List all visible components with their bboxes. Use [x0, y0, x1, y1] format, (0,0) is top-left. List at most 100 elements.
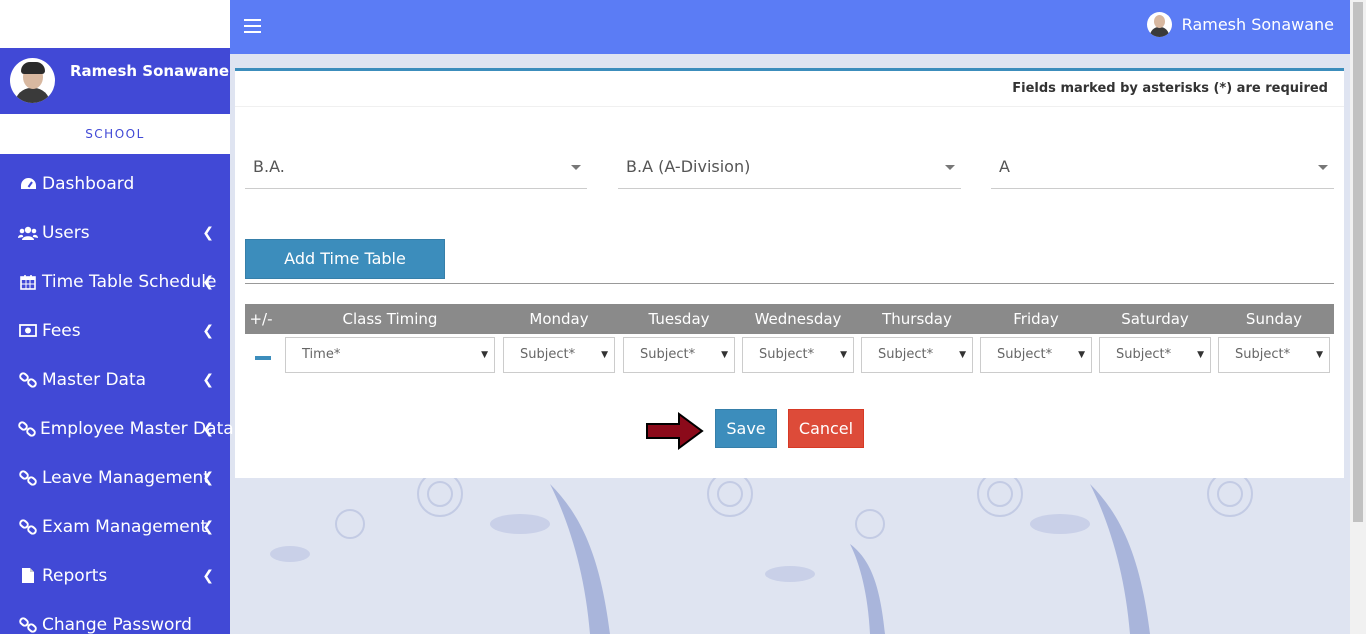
user-name: Ramesh Sonawane: [1181, 15, 1334, 34]
save-button[interactable]: Save: [715, 409, 777, 448]
time-select-placeholder: Time*: [302, 347, 341, 362]
calendar-icon: [18, 274, 38, 290]
page-scrollbar[interactable]: [1350, 0, 1366, 634]
caret-down-icon: ▼: [1197, 350, 1204, 360]
header-add-remove: +/-: [249, 310, 273, 328]
sidebar-item-label: Leave Management: [42, 467, 210, 488]
time-select[interactable]: Time* ▼: [285, 337, 495, 373]
add-time-table-button[interactable]: Add Time Table: [245, 239, 445, 279]
header-monday: Monday: [529, 310, 589, 328]
caret-down-icon: [945, 165, 955, 170]
required-note: Fields marked by asterisks (*) are requi…: [235, 71, 1344, 107]
school-label: SCHOOL: [0, 114, 230, 154]
chevron-left-icon: ❮: [202, 224, 214, 241]
course-select[interactable]: B.A.: [245, 151, 587, 189]
caret-down-icon: ▼: [601, 350, 608, 360]
subject-select-placeholder: Subject*: [997, 347, 1053, 362]
sidebar-item-master-data[interactable]: Master Data ❮: [0, 355, 230, 404]
arrow-right-icon: [646, 412, 704, 450]
link-icon: [18, 420, 36, 437]
subject-select-placeholder: Subject*: [640, 347, 696, 362]
caret-down-icon: ▼: [959, 350, 966, 360]
chevron-left-icon: ❮: [202, 469, 214, 486]
sidebar-item-label: Users: [42, 222, 90, 243]
file-icon: [18, 567, 38, 584]
division-select[interactable]: B.A (A-Division): [618, 151, 961, 189]
sunday-subject-select[interactable]: Subject* ▼: [1218, 337, 1330, 373]
wednesday-subject-select[interactable]: Subject* ▼: [742, 337, 854, 373]
sidebar-item-users[interactable]: Users ❮: [0, 208, 230, 257]
cancel-button[interactable]: Cancel: [788, 409, 864, 448]
header-sunday: Sunday: [1245, 310, 1303, 328]
header-friday: Friday: [1013, 310, 1059, 328]
subject-select-placeholder: Subject*: [759, 347, 815, 362]
caret-down-icon: [1318, 165, 1328, 170]
division-select-value: B.A (A-Division): [626, 157, 751, 176]
caret-down-icon: ▼: [840, 350, 847, 360]
chevron-left-icon: ❮: [202, 567, 214, 584]
section-select[interactable]: A: [991, 151, 1334, 189]
chevron-left-icon: ❮: [202, 420, 214, 437]
sidebar-item-label: Dashboard: [42, 173, 135, 194]
caret-down-icon: ▼: [1316, 350, 1323, 360]
caret-down-icon: ▼: [721, 350, 728, 360]
chevron-left-icon: ❮: [202, 322, 214, 339]
link-icon: [18, 518, 38, 535]
user-menu[interactable]: Ramesh Sonawane: [1146, 12, 1334, 37]
header-tuesday: Tuesday: [648, 310, 710, 328]
remove-row-button[interactable]: [255, 356, 271, 360]
section-select-value: A: [999, 157, 1010, 176]
top-navbar: Ramesh Sonawane: [230, 0, 1350, 54]
money-icon: [18, 324, 38, 337]
sidebar-item-change-password[interactable]: Change Password: [0, 600, 230, 634]
sidebar-item-label: Change Password: [42, 614, 192, 634]
sidebar: Ramesh Sonawane SCHOOL Dashboard Users ❮…: [0, 0, 234, 634]
divider: [245, 283, 1334, 284]
subject-select-placeholder: Subject*: [878, 347, 934, 362]
thursday-subject-select[interactable]: Subject* ▼: [861, 337, 973, 373]
monday-subject-select[interactable]: Subject* ▼: [503, 337, 615, 373]
dashboard-icon: [18, 177, 38, 191]
time-table-form: Fields marked by asterisks (*) are requi…: [235, 68, 1344, 478]
sidebar-item-employee-master-data[interactable]: Employee Master Data ❮: [0, 404, 234, 453]
header-thursday: Thursday: [882, 310, 952, 328]
subject-select-placeholder: Subject*: [520, 347, 576, 362]
avatar: [10, 58, 55, 103]
tuesday-subject-select[interactable]: Subject* ▼: [623, 337, 735, 373]
sidebar-item-exam-management[interactable]: Exam Management ❮: [0, 502, 230, 551]
header-saturday: Saturday: [1121, 310, 1189, 328]
caret-down-icon: ▼: [1078, 350, 1085, 360]
friday-subject-select[interactable]: Subject* ▼: [980, 337, 1092, 373]
user-panel: Ramesh Sonawane: [0, 48, 230, 114]
sidebar-item-label: Master Data: [42, 369, 147, 390]
user-name: Ramesh Sonawane: [70, 62, 230, 80]
sidebar-item-time-table-schedule[interactable]: Time Table Schedule ❮: [0, 257, 230, 306]
link-icon: [18, 371, 38, 388]
logo-area: [0, 0, 230, 48]
sidebar-item-dashboard[interactable]: Dashboard: [0, 159, 230, 208]
sidebar-item-reports[interactable]: Reports ❮: [0, 551, 230, 600]
hamburger-menu-icon[interactable]: [244, 19, 261, 33]
link-icon: [18, 616, 38, 633]
users-icon: [18, 226, 38, 240]
header-wednesday: Wednesday: [754, 310, 842, 328]
link-icon: [18, 469, 38, 486]
sidebar-menu: Dashboard Users ❮ Time Table Schedule ❮ …: [0, 159, 234, 634]
sidebar-item-label: Exam Management: [42, 516, 208, 537]
caret-down-icon: [571, 165, 581, 170]
sidebar-item-label: Fees: [42, 320, 81, 341]
sidebar-item-label: Time Table Schedule: [42, 271, 217, 292]
scrollbar-thumb[interactable]: [1353, 2, 1363, 522]
sidebar-item-label: Reports: [42, 565, 108, 586]
timetable-header: +/- Class Timing Monday Tuesday Wednesda…: [245, 304, 1334, 334]
subject-select-placeholder: Subject*: [1116, 347, 1172, 362]
saturday-subject-select[interactable]: Subject* ▼: [1099, 337, 1211, 373]
sidebar-item-leave-management[interactable]: Leave Management ❮: [0, 453, 230, 502]
chevron-left-icon: ❮: [202, 273, 214, 290]
caret-down-icon: ▼: [481, 350, 488, 360]
chevron-left-icon: ❮: [202, 371, 214, 388]
sidebar-item-fees[interactable]: Fees ❮: [0, 306, 230, 355]
chevron-left-icon: ❮: [202, 518, 214, 535]
header-class-timing: Class Timing: [342, 310, 438, 328]
avatar: [1146, 12, 1172, 37]
